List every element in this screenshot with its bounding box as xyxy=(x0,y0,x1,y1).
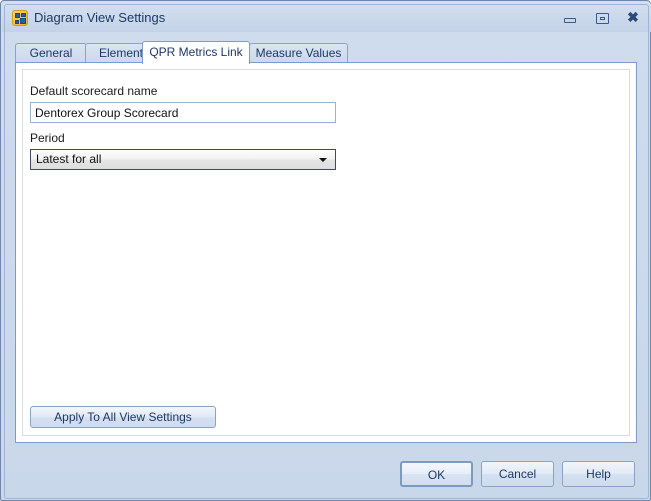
period-selected-value: Latest for all xyxy=(36,152,102,166)
tab-qpr-metrics-link[interactable]: QPR Metrics Link xyxy=(142,41,250,64)
ok-button[interactable]: OK xyxy=(400,461,473,487)
close-icon: ✖ xyxy=(627,9,639,25)
close-button[interactable]: ✖ xyxy=(621,9,645,26)
cancel-button[interactable]: Cancel xyxy=(481,461,554,487)
title-bar[interactable]: Diagram View Settings ✖ xyxy=(2,2,651,32)
maximize-icon xyxy=(596,13,609,24)
tab-general[interactable]: General xyxy=(15,43,87,63)
minimize-icon xyxy=(564,18,576,23)
default-scorecard-name-label: Default scorecard name xyxy=(30,84,158,98)
period-label: Period xyxy=(30,131,65,145)
default-scorecard-name-input[interactable] xyxy=(30,102,336,123)
apply-to-all-view-settings-button[interactable]: Apply To All View Settings xyxy=(30,406,216,428)
tab-content-inner-border xyxy=(22,69,630,436)
dialog-window: Diagram View Settings ✖ General Elements… xyxy=(0,0,651,501)
tab-measure-values[interactable]: Measure Values xyxy=(249,43,348,63)
diagram-view-settings-icon xyxy=(12,10,28,26)
period-dropdown[interactable]: Latest for all xyxy=(30,149,336,170)
maximize-button[interactable] xyxy=(590,9,614,26)
window-title: Diagram View Settings xyxy=(34,10,166,25)
chevron-down-icon xyxy=(315,150,332,169)
help-button[interactable]: Help xyxy=(562,461,635,487)
tab-strip: General Elements QPR Metrics Link Measur… xyxy=(15,41,637,64)
minimize-button[interactable] xyxy=(558,9,582,26)
